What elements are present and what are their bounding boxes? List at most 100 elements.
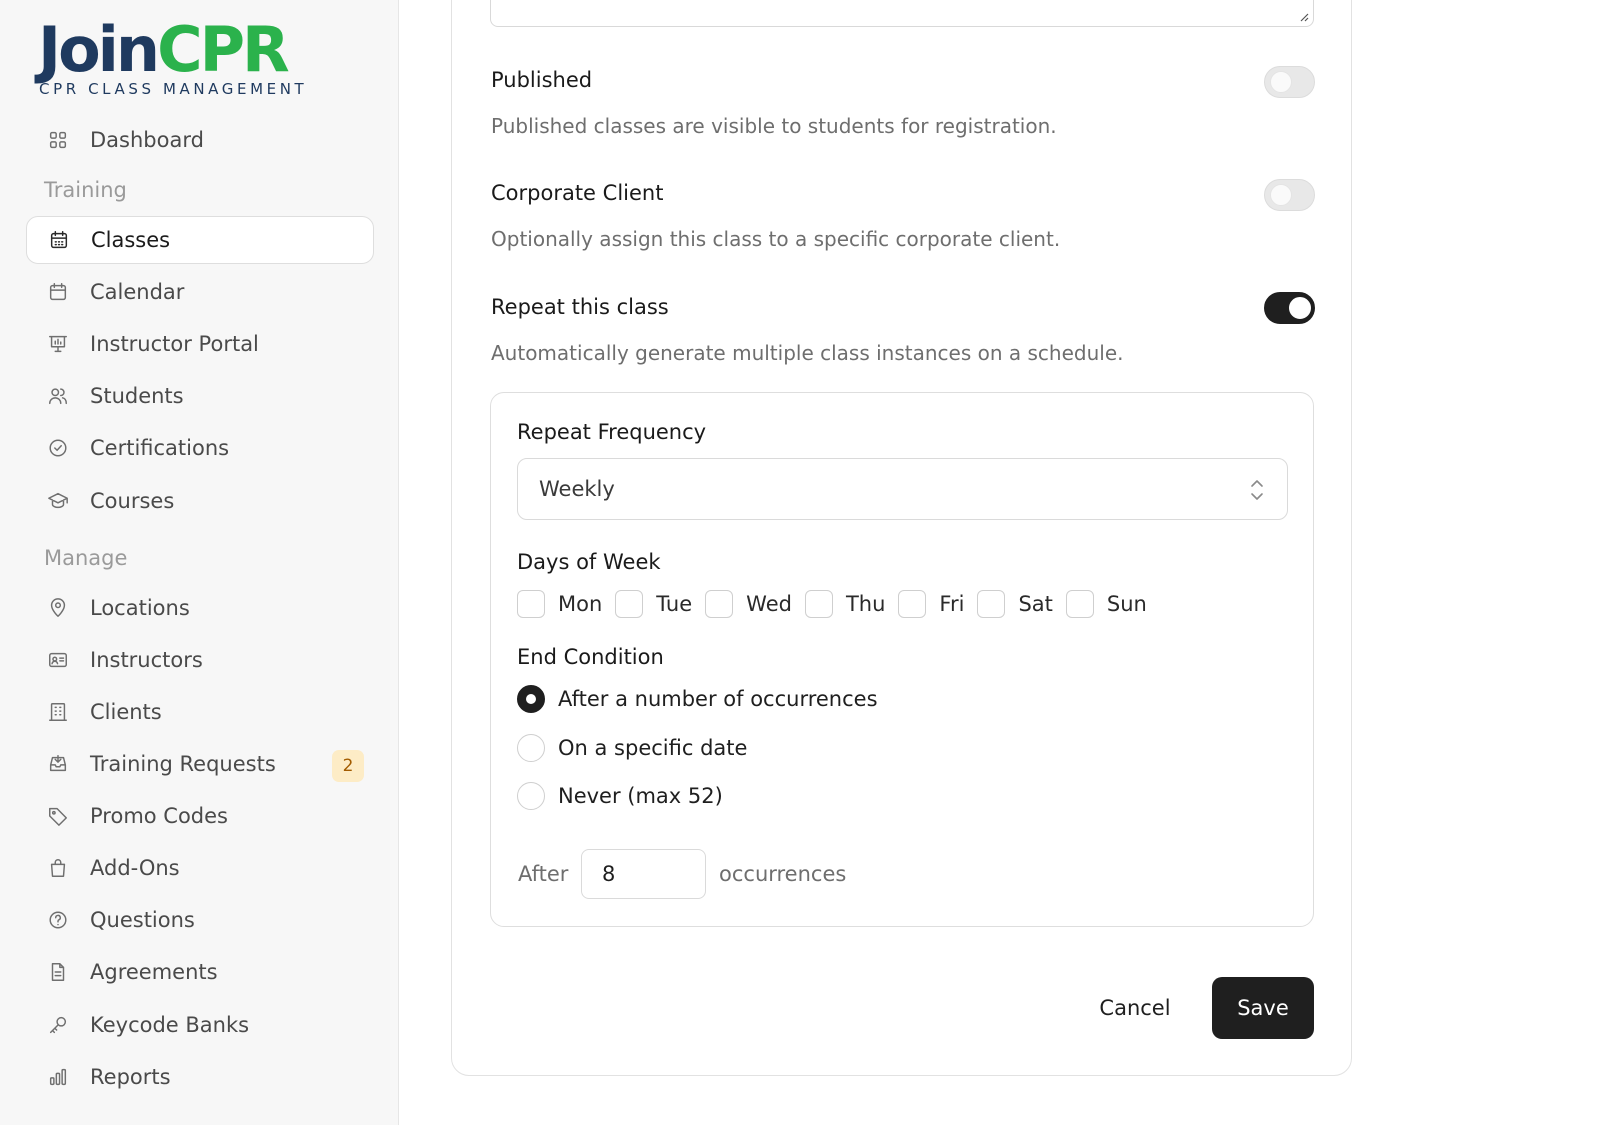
day-checkbox-sun[interactable]: Sun [1065,590,1147,618]
end-condition-label: End Condition [517,645,664,669]
save-button[interactable]: Save [1212,977,1314,1039]
radio-button[interactable] [517,782,545,810]
toggle-knob [1270,184,1292,206]
sidebar-item-locations[interactable]: Locations [26,584,374,632]
sidebar-item-label: Add-Ons [90,856,180,880]
sidebar-item-training-requests[interactable]: Training Requests 2 [26,740,374,788]
tag-icon [46,804,70,828]
logo-tagline: CPR CLASS MANAGEMENT [39,80,308,98]
sidebar-item-certifications[interactable]: Certifications [26,424,374,472]
checkbox[interactable] [977,590,1006,618]
section-label-training: Training [44,178,127,202]
sidebar-item-dashboard[interactable]: Dashboard [26,116,374,164]
description-textarea[interactable] [490,0,1314,27]
sidebar-item-courses[interactable]: Courses [26,477,374,525]
checkbox[interactable] [804,590,833,618]
map-pin-icon [46,596,70,620]
repeat-class-toggle[interactable] [1264,292,1315,324]
occurrences-prefix: After [518,862,569,886]
day-label: Wed [746,592,792,616]
day-checkbox-wed[interactable]: Wed [705,590,792,618]
cancel-button[interactable]: Cancel [1085,977,1185,1039]
grid-icon [46,128,70,152]
day-label: Sun [1106,592,1147,616]
brand-logo[interactable]: JoinCPR CPR CLASS MANAGEMENT [38,16,308,99]
end-condition-option-occurrences[interactable]: After a number of occurrences [517,685,878,713]
repeat-frequency-value: Weekly [539,477,615,501]
radio-button[interactable] [517,685,545,713]
days-of-week-label: Days of Week [517,550,661,574]
graduation-cap-icon [46,489,70,513]
repeat-frequency-label: Repeat Frequency [517,420,707,444]
day-label: Tue [656,592,693,616]
building-icon [46,700,70,724]
radio-label: On a specific date [558,736,748,760]
toggle-knob [1270,71,1292,93]
day-checkbox-sat[interactable]: Sat [977,590,1053,618]
day-label: Sat [1018,592,1053,616]
end-condition-option-never[interactable]: Never (max 52) [517,782,723,810]
sidebar-item-instructor-portal[interactable]: Instructor Portal [26,320,374,368]
sidebar-item-label: Reports [90,1065,171,1089]
sidebar-item-label: Clients [90,700,162,724]
sidebar-item-label: Keycode Banks [90,1013,250,1037]
sidebar-item-calendar[interactable]: Calendar [26,268,374,316]
section-label-manage: Manage [44,546,128,570]
sidebar-item-instructors[interactable]: Instructors [26,636,374,684]
sidebar-item-agreements[interactable]: Agreements [26,948,374,996]
sidebar-item-questions[interactable]: Questions [26,896,374,944]
day-label: Mon [558,592,603,616]
day-checkbox-tue[interactable]: Tue [615,590,692,618]
sidebar-item-label: Instructors [90,648,203,672]
logo-word-cpr: CPR [157,13,290,86]
file-text-icon [46,960,70,984]
sidebar-item-add-ons[interactable]: Add-Ons [26,844,374,892]
days-of-week-group: Mon Tue Wed Thu Fri Sat Sun [517,588,1160,620]
sidebar-item-label: Courses [90,489,175,513]
sidebar-item-clients[interactable]: Clients [26,688,374,736]
inbox-icon [46,752,70,776]
sidebar-item-keycode-banks[interactable]: Keycode Banks [26,1001,374,1049]
checkbox[interactable] [1065,590,1094,618]
sidebar-item-reports[interactable]: Reports [26,1053,374,1101]
corporate-client-description: Optionally assign this class to a specif… [491,227,1061,251]
calendar-grid-icon [47,228,71,252]
badge-check-icon [46,436,70,460]
bar-chart-icon [46,1065,70,1089]
count-badge: 2 [332,750,364,782]
day-checkbox-fri[interactable]: Fri [898,590,964,618]
logo-word-join: Join [38,13,160,86]
corporate-client-toggle[interactable] [1264,179,1315,211]
shopping-bag-icon [46,856,70,880]
checkbox[interactable] [898,590,927,618]
logo-wordmark: JoinCPR [38,16,307,84]
sidebar-item-label: Calendar [90,280,185,304]
end-condition-option-date[interactable]: On a specific date [517,734,747,762]
checkbox[interactable] [615,590,644,618]
repeat-frequency-select[interactable]: Weekly [517,458,1288,520]
repeat-class-description: Automatically generate multiple class in… [491,341,1124,365]
key-icon [46,1013,70,1037]
sidebar-item-label: Locations [90,596,190,620]
occurrences-suffix: occurrences [719,862,847,886]
sidebar-item-label: Instructor Portal [90,332,259,356]
sidebar-item-label: Students [90,384,184,408]
id-card-icon [46,648,70,672]
day-label: Thu [845,592,886,616]
sidebar-item-promo-codes[interactable]: Promo Codes [26,792,374,840]
published-title: Published [491,68,593,92]
checkbox[interactable] [517,590,545,618]
sidebar-item-students[interactable]: Students [26,372,374,420]
corporate-client-title: Corporate Client [491,181,664,205]
published-toggle[interactable] [1264,66,1315,98]
checkbox[interactable] [705,590,734,618]
resize-grip-icon[interactable] [1297,10,1309,22]
sidebar-item-classes[interactable]: Classes [26,216,374,264]
sidebar-item-label: Classes [91,228,171,252]
sidebar-item-label: Agreements [90,960,218,984]
day-checkbox-mon[interactable]: Mon [517,590,602,618]
repeat-class-title: Repeat this class [491,295,669,319]
day-checkbox-thu[interactable]: Thu [804,590,886,618]
occurrences-input[interactable] [581,849,706,899]
radio-button[interactable] [517,734,545,762]
